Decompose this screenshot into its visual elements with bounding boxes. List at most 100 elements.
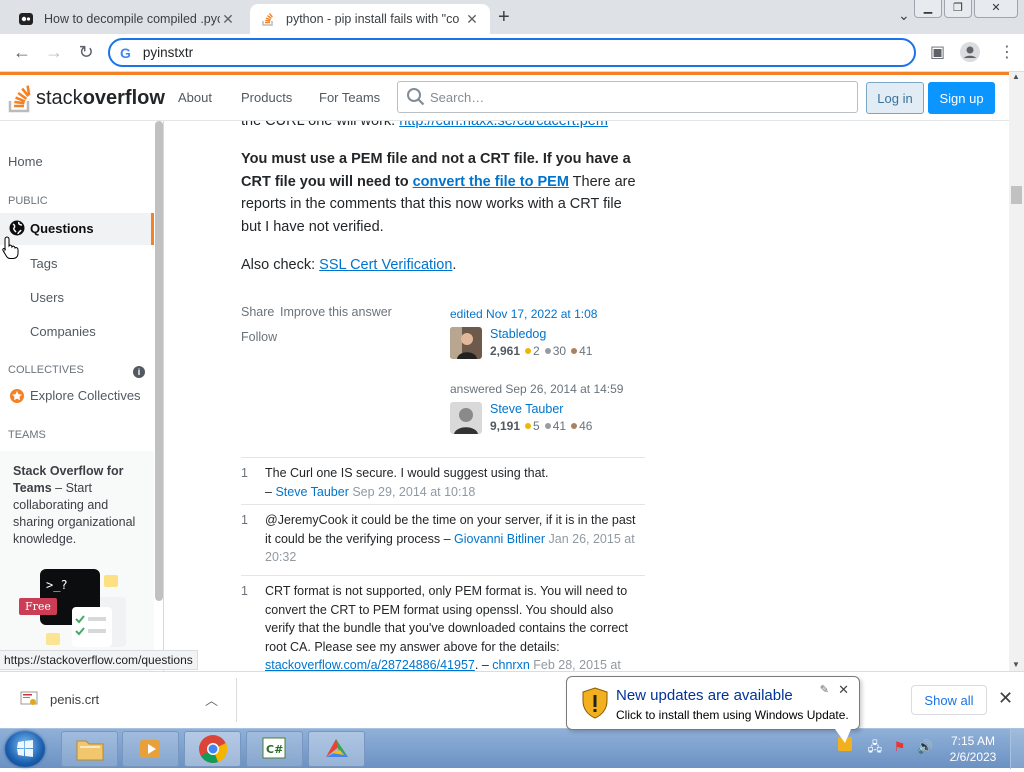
window-controls: ▁ ❐ ✕ <box>914 0 1018 18</box>
comment-user-link[interactable]: chnrxn <box>492 658 530 671</box>
new-tab-button[interactable]: + <box>498 6 510 29</box>
scroll-up-icon[interactable]: ▲ <box>1012 72 1020 81</box>
taskbar-app[interactable] <box>308 731 365 767</box>
stackoverflow-logo-icon <box>8 85 31 113</box>
comment-text: CRT format is not supported, only PEM fo… <box>265 584 629 654</box>
volume-icon[interactable]: 🔊 <box>917 739 933 754</box>
nav-about[interactable]: About <box>178 90 212 105</box>
page-scrollbar[interactable]: ▲ ▼ <box>1009 72 1024 671</box>
share-link[interactable]: Share <box>241 305 274 319</box>
main-content: the CURL one will work: http://curl.haxx… <box>164 121 1009 671</box>
sidebar-item-companies[interactable]: Companies <box>30 324 96 339</box>
sidebar-scrollbar[interactable] <box>155 121 163 601</box>
tab-search-chevron-icon[interactable]: ⌄ <box>898 7 910 24</box>
download-shelf: penis.crt ︿ Show all ✕ <box>0 671 1024 728</box>
info-icon[interactable]: i <box>133 366 145 378</box>
editor-stats: 2,961 2 30 41 <box>490 344 592 358</box>
page-scrollbar-thumb[interactable] <box>1011 186 1022 204</box>
window-close-button[interactable]: ✕ <box>974 0 1018 18</box>
login-button[interactable]: Log in <box>866 82 924 114</box>
comment-date[interactable]: Feb 28, 2015 at <box>530 658 621 671</box>
svg-text:C#: C# <box>266 743 283 756</box>
chrome-menu-icon[interactable]: ⋮ <box>999 42 1015 62</box>
clock-time: 7:15 AM <box>950 734 996 748</box>
comment-score: 1 <box>241 466 248 480</box>
sidebar-item-explore-collectives[interactable]: Explore Collectives <box>30 388 141 403</box>
free-badge: Free <box>19 598 57 615</box>
taskbar-chrome[interactable] <box>184 731 241 767</box>
sidebar-item-users[interactable]: Users <box>30 290 64 305</box>
taskbar-clock[interactable]: 7:15 AM 2/6/2023 <box>945 733 1001 765</box>
balloon-options-icon[interactable]: ✎ <box>820 683 829 696</box>
nav-for-teams[interactable]: For Teams <box>319 90 380 105</box>
balloon-close-icon[interactable]: ✕ <box>838 682 849 698</box>
editor-name[interactable]: Stabledog <box>490 327 546 341</box>
close-tab-icon[interactable]: ✕ <box>220 11 236 28</box>
convert-to-pem-link[interactable]: convert the file to PEM <box>413 174 569 190</box>
restore-button[interactable]: ❐ <box>944 0 972 18</box>
comment-item: 1 The Curl one IS secure. I would sugges… <box>241 457 645 503</box>
editor-avatar[interactable] <box>450 327 482 359</box>
certificate-file-icon <box>20 691 38 705</box>
google-g-icon: G <box>120 44 131 61</box>
windows-update-balloon[interactable]: New updates are available Click to insta… <box>566 676 860 743</box>
shield-warning-icon <box>582 687 608 719</box>
hand-cursor-icon <box>2 236 19 259</box>
reload-icon[interactable]: ↻ <box>74 42 98 63</box>
follow-link[interactable]: Follow <box>241 330 277 344</box>
csharp-project-icon: C# <box>262 737 285 759</box>
minimize-button[interactable]: ▁ <box>914 0 942 18</box>
browser-toolbar: ← → ↻ G pyinstxtr ▣ ⋮ <box>0 34 1024 72</box>
comment-user-link[interactable]: Giovanni Bitliner <box>454 532 545 546</box>
stackoverflow-favicon-icon <box>262 12 273 26</box>
download-item[interactable]: penis.crt <box>20 690 99 708</box>
stackoverflow-logo[interactable]: stack overflow <box>8 83 165 113</box>
comment-date[interactable]: Sep 29, 2014 at 10:18 <box>349 485 475 499</box>
silver-badge-icon <box>544 423 551 430</box>
balloon-tail <box>835 729 851 743</box>
side-panel-icon[interactable]: ▣ <box>930 42 945 62</box>
cacert-link[interactable]: http://curl.haxx.se/ca/cacert.pem <box>399 121 608 129</box>
sidebar-item-home[interactable]: Home <box>8 154 43 169</box>
comment-body: The Curl one IS secure. I would suggest … <box>265 464 641 501</box>
network-icon[interactable]: 🖧 <box>868 739 883 754</box>
show-desktop-button[interactable] <box>1010 729 1024 769</box>
sidebar-item-tags[interactable]: Tags <box>30 256 57 271</box>
collectives-icon <box>10 389 24 403</box>
start-button[interactable] <box>5 731 45 767</box>
tab-pip-install[interactable]: python - pip install fails with "co ✕ <box>250 4 490 34</box>
scroll-down-icon[interactable]: ▼ <box>1012 660 1020 669</box>
download-divider <box>236 678 237 722</box>
comment-item: 1 CRT format is not supported, only PEM … <box>241 575 645 671</box>
folder-icon <box>76 740 103 761</box>
bronze-badge-icon <box>571 348 578 355</box>
taskbar-media-player[interactable] <box>122 731 179 767</box>
author-name[interactable]: Steve Tauber <box>490 402 563 416</box>
colorful-app-icon <box>325 739 348 757</box>
comment-user-link[interactable]: Steve Tauber <box>275 485 348 499</box>
comment-answer-link[interactable]: stackoverflow.com/a/28724886/41957 <box>265 658 475 671</box>
back-arrow-icon[interactable]: ← <box>10 42 34 63</box>
comment-text: The Curl one IS secure. I would suggest … <box>265 466 549 480</box>
signup-button[interactable]: Sign up <box>928 82 995 114</box>
close-tab-icon[interactable]: ✕ <box>464 11 480 28</box>
forward-arrow-icon[interactable]: → <box>42 42 66 63</box>
sidebar-item-questions[interactable]: Questions <box>0 213 154 245</box>
tab-decompile[interactable]: How to decompile compiled .pyc ✕ <box>8 4 246 34</box>
author-avatar[interactable] <box>450 402 482 434</box>
so-header: stack overflow About Products For Teams S… <box>0 75 1009 121</box>
download-options-chevron-icon[interactable]: ︿ <box>205 690 218 709</box>
profile-avatar-icon[interactable] <box>960 42 980 67</box>
address-bar[interactable]: G pyinstxtr <box>108 38 916 67</box>
ssl-verification-link[interactable]: SSL Cert Verification <box>319 257 452 273</box>
close-download-shelf-icon[interactable]: ✕ <box>998 688 1013 709</box>
teams-promo: Stack Overflow for Teams – Start collabo… <box>0 451 154 671</box>
action-center-flag-icon[interactable]: ⚑ <box>894 739 906 754</box>
edited-date[interactable]: edited Nov 17, 2022 at 1:08 <box>450 307 597 321</box>
taskbar-csharp[interactable]: C# <box>246 731 303 767</box>
improve-answer-link[interactable]: Improve this answer <box>280 305 392 319</box>
nav-products[interactable]: Products <box>241 90 292 105</box>
taskbar-explorer[interactable] <box>61 731 118 767</box>
so-search-input[interactable]: Search… <box>397 81 858 113</box>
show-all-downloads-button[interactable]: Show all <box>911 685 987 715</box>
